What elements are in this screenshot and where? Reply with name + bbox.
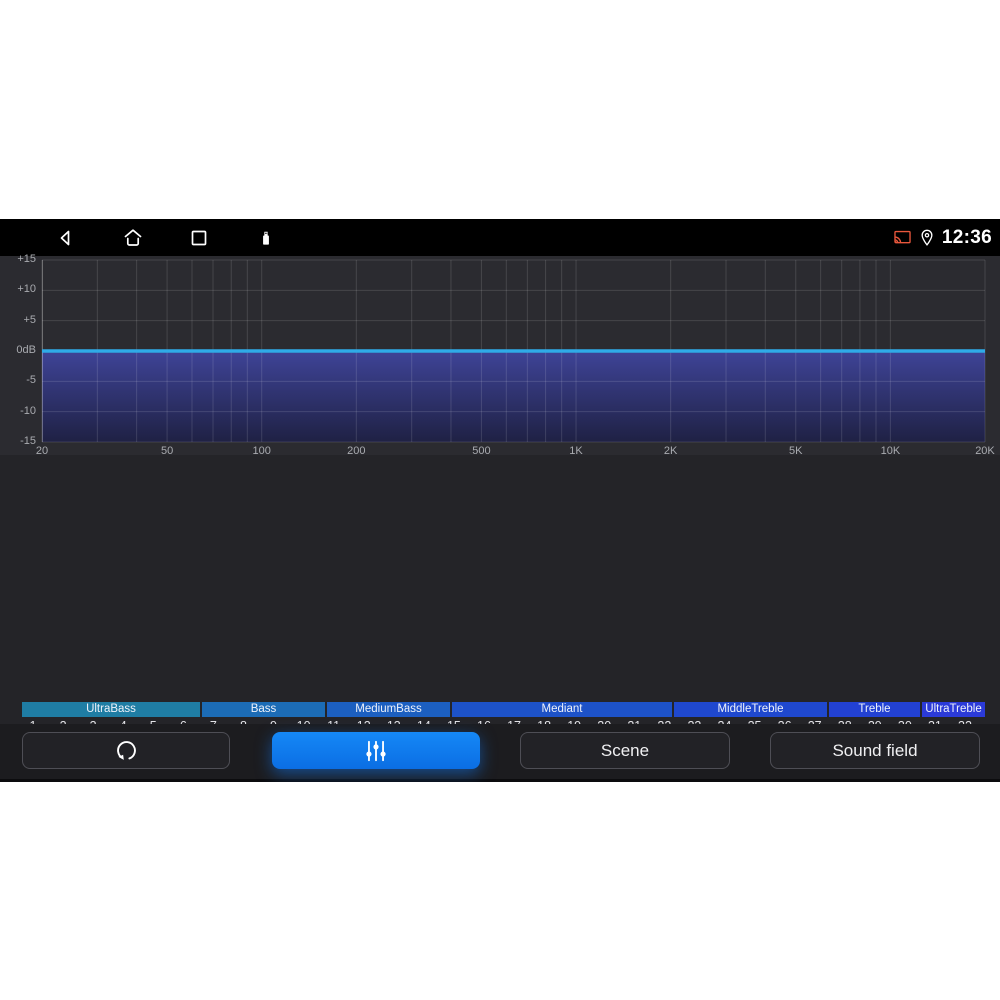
band-group-treble: Treble	[829, 702, 920, 717]
back-icon[interactable]	[54, 226, 78, 250]
usb-drive-icon	[263, 231, 269, 245]
cast-icon	[894, 230, 911, 244]
location-icon	[921, 229, 933, 246]
equalizer-sliders-icon	[366, 740, 386, 761]
sound-field-button-label: Sound field	[832, 740, 918, 760]
y-axis-tick: 0dB	[16, 344, 36, 356]
car-stereo-screen: 12:36 +15 +10 +5 0dB -5 -10 -15 20 50 100 200 500 1…	[0, 219, 1000, 782]
sound-field-button[interactable]: Sound field	[770, 732, 980, 769]
recents-icon[interactable]	[187, 226, 211, 250]
home-icon[interactable]	[121, 226, 145, 250]
status-bar: 12:36	[0, 219, 1000, 256]
response-area-fill	[42, 352, 985, 442]
scene-button-label: Scene	[600, 740, 650, 760]
band-group-mediant: Mediant	[452, 702, 672, 717]
y-axis-tick: -5	[26, 374, 36, 387]
band-group-bass: Bass	[202, 702, 325, 717]
eq-response-chart	[41, 259, 986, 443]
y-axis-tick: +15	[17, 253, 36, 265]
band-group-ultrabass: UltraBass	[22, 702, 200, 717]
eq-response-graph: +15 +10 +5 0dB -5 -10 -15 20 50 100 200 500 1K 2K 5K 1…	[0, 253, 1000, 457]
scene-button[interactable]: Scene	[520, 732, 730, 769]
equalizer-button[interactable]	[272, 732, 480, 769]
y-axis-tick: +10	[17, 283, 36, 296]
y-axis-tick: -10	[20, 404, 36, 417]
y-axis-tick: +5	[23, 313, 36, 326]
band-group-mediumbass: MediumBass	[327, 702, 450, 717]
reset-circular-arrow-icon	[116, 741, 136, 760]
band-group-ultratreble: UltraTreble	[922, 702, 985, 717]
page: 12:36 +15 +10 +5 0dB -5 -10 -15 20 50 100 200 500 1…	[0, 0, 1000, 1000]
clock: 12:36	[941, 226, 992, 248]
reset-button[interactable]	[22, 732, 230, 769]
band-group-middletreble: MiddleTreble	[674, 702, 827, 717]
